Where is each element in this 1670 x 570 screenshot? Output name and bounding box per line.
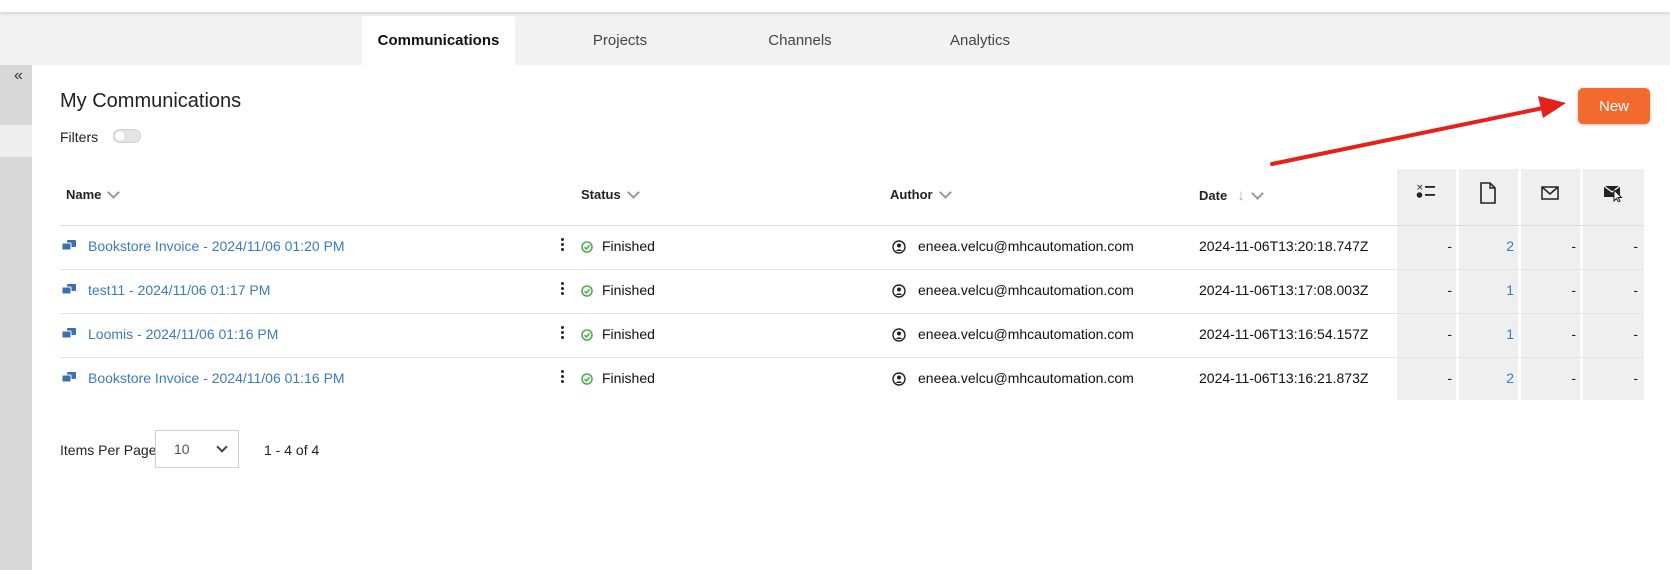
date-value: 2024-11-06T13:16:21.873Z bbox=[1199, 370, 1369, 386]
author-email: eneea.velcu@mhcautomation.com bbox=[918, 238, 1134, 254]
count-cell: - bbox=[1447, 282, 1452, 298]
count-cell: - bbox=[1447, 326, 1452, 342]
row-divider bbox=[60, 357, 1644, 358]
count-cell: - bbox=[1633, 326, 1638, 342]
chevron-down-icon[interactable] bbox=[1250, 187, 1264, 200]
count-cell: - bbox=[1633, 370, 1638, 386]
chevron-down-icon[interactable] bbox=[626, 186, 640, 199]
page-title: My Communications bbox=[60, 90, 242, 112]
communication-icon bbox=[62, 328, 76, 339]
sort-descending-icon[interactable]: ↓ bbox=[1237, 187, 1245, 204]
count-cell: - bbox=[1571, 282, 1576, 298]
count-link[interactable]: 1 bbox=[1494, 282, 1514, 298]
communication-icon bbox=[62, 284, 76, 295]
items-per-page-label: Items Per Page bbox=[60, 442, 157, 458]
count-link[interactable]: 2 bbox=[1494, 370, 1514, 386]
more-options-icon[interactable] bbox=[559, 236, 565, 256]
count-cell: - bbox=[1633, 238, 1638, 254]
table-header-divider bbox=[60, 225, 1644, 226]
status-text: Finished bbox=[602, 326, 655, 342]
filters-label: Filters bbox=[60, 129, 99, 145]
user-icon bbox=[892, 328, 906, 342]
check-circle-icon bbox=[581, 285, 593, 297]
user-icon bbox=[892, 372, 906, 386]
filters-toggle[interactable] bbox=[113, 129, 141, 143]
count-link[interactable]: 1 bbox=[1494, 326, 1514, 342]
status-text: Finished bbox=[602, 282, 655, 298]
document-icon[interactable] bbox=[1459, 182, 1517, 204]
chevron-down-icon[interactable] bbox=[938, 186, 952, 199]
user-icon bbox=[892, 240, 906, 254]
count-link[interactable]: 2 bbox=[1494, 238, 1514, 254]
author-email: eneea.velcu@mhcautomation.com bbox=[918, 370, 1134, 386]
communication-name-link[interactable]: Loomis - 2024/11/06 01:16 PM bbox=[88, 326, 278, 342]
tab-projects[interactable]: Projects bbox=[540, 16, 700, 65]
column-header-date[interactable]: Date ↓ bbox=[1199, 187, 1264, 204]
communication-name-link[interactable]: Bookstore Invoice - 2024/11/06 01:16 PM bbox=[88, 370, 345, 386]
sidebar: « bbox=[0, 65, 32, 570]
pagination-range: 1 - 4 of 4 bbox=[264, 442, 320, 458]
row-divider bbox=[60, 269, 1644, 270]
items-per-page-value: 10 bbox=[174, 441, 190, 457]
communication-icon bbox=[62, 240, 76, 251]
status-text: Finished bbox=[602, 238, 655, 254]
more-options-icon[interactable] bbox=[559, 368, 565, 388]
sidebar-item[interactable] bbox=[0, 125, 32, 157]
column-header-date-label: Date bbox=[1199, 188, 1228, 203]
checklist-icon[interactable]: × bbox=[1397, 182, 1455, 200]
author-email: eneea.velcu@mhcautomation.com bbox=[918, 282, 1134, 298]
column-header-name-label: Name bbox=[66, 187, 102, 202]
column-header-author-label: Author bbox=[890, 187, 933, 202]
author-email: eneea.velcu@mhcautomation.com bbox=[918, 326, 1134, 342]
user-icon bbox=[892, 284, 906, 298]
new-button[interactable]: New bbox=[1578, 88, 1650, 124]
svg-text:×: × bbox=[1416, 183, 1424, 193]
communication-name-link[interactable]: test11 - 2024/11/06 01:17 PM bbox=[88, 282, 270, 298]
tab-analytics[interactable]: Analytics bbox=[900, 16, 1060, 65]
count-cell: - bbox=[1633, 282, 1638, 298]
column-header-status-label: Status bbox=[581, 187, 621, 202]
main-nav: Communications Projects Channels Analyti… bbox=[0, 12, 1670, 65]
chevron-down-icon[interactable] bbox=[107, 186, 121, 199]
count-cell: - bbox=[1571, 326, 1576, 342]
date-value: 2024-11-06T13:17:08.003Z bbox=[1199, 282, 1369, 298]
column-header-author[interactable]: Author bbox=[890, 186, 952, 202]
count-cell: - bbox=[1447, 370, 1452, 386]
date-value: 2024-11-06T13:16:54.157Z bbox=[1199, 326, 1369, 342]
items-per-page-select[interactable]: 10 bbox=[155, 430, 239, 468]
communication-name-link[interactable]: Bookstore Invoice - 2024/11/06 01:20 PM bbox=[88, 238, 345, 254]
count-cell: - bbox=[1571, 238, 1576, 254]
top-bar bbox=[0, 0, 1670, 12]
more-options-icon[interactable] bbox=[559, 324, 565, 344]
column-header-status[interactable]: Status bbox=[581, 186, 640, 202]
check-circle-icon bbox=[581, 241, 593, 253]
envelope-icon[interactable] bbox=[1521, 182, 1579, 200]
envelope-cursor-icon[interactable] bbox=[1584, 182, 1642, 202]
check-circle-icon bbox=[581, 329, 593, 341]
collapse-sidebar-icon[interactable]: « bbox=[14, 67, 23, 85]
chevron-down-icon bbox=[216, 441, 228, 453]
column-header-name[interactable]: Name bbox=[66, 186, 121, 202]
more-options-icon[interactable] bbox=[559, 280, 565, 300]
count-cell: - bbox=[1571, 370, 1576, 386]
check-circle-icon bbox=[581, 373, 593, 385]
status-text: Finished bbox=[602, 370, 655, 386]
tab-communications[interactable]: Communications bbox=[362, 16, 515, 65]
row-divider bbox=[60, 313, 1644, 314]
date-value: 2024-11-06T13:20:18.747Z bbox=[1199, 238, 1369, 254]
tab-channels[interactable]: Channels bbox=[720, 16, 880, 65]
count-cell: - bbox=[1447, 238, 1452, 254]
communication-icon bbox=[62, 372, 76, 383]
